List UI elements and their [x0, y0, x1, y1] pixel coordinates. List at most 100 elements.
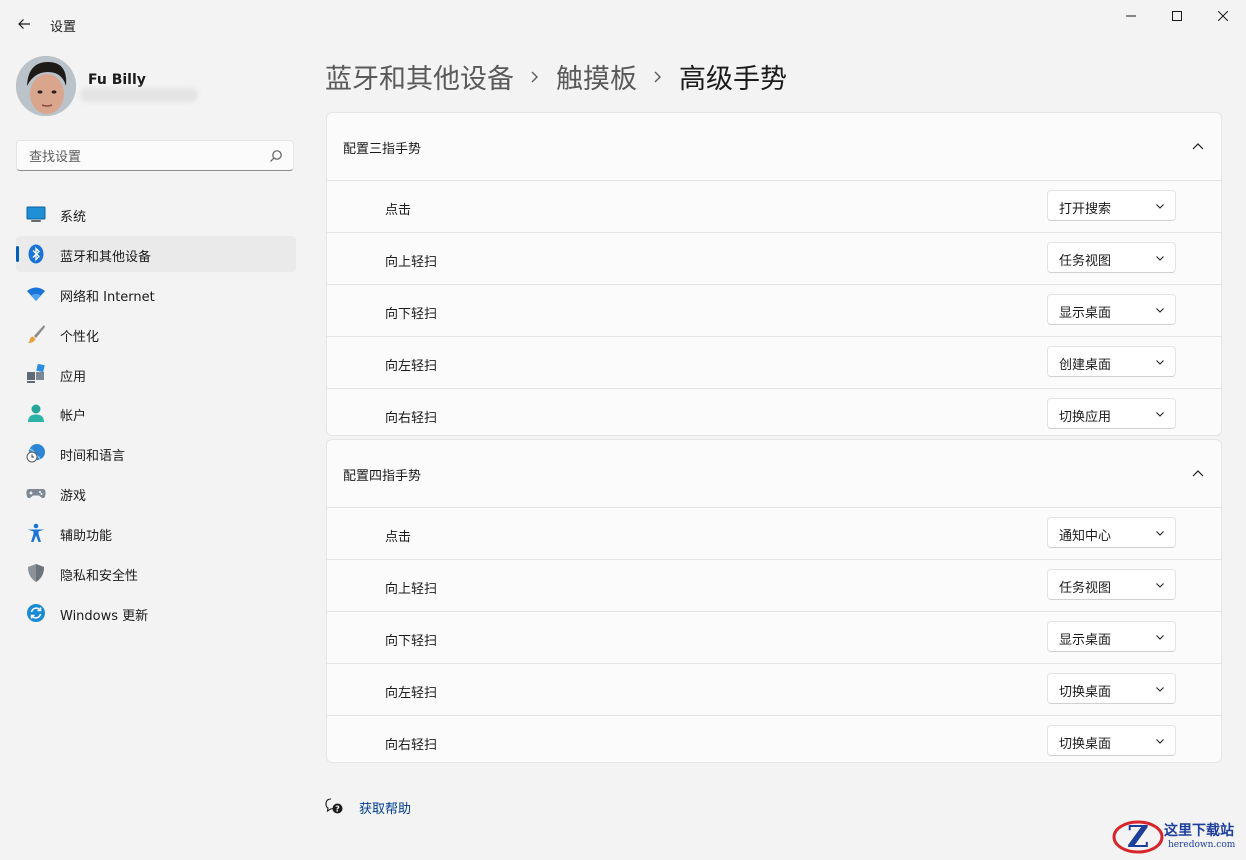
gesture-label: 向下轻扫 — [385, 634, 438, 649]
sidebar-item-bluetooth[interactable]: 蓝牙和其他设备 — [16, 236, 296, 272]
dropdown-value: 切换桌面 — [1059, 737, 1112, 752]
back-button[interactable] — [10, 10, 38, 38]
dropdown-value: 切换桌面 — [1059, 685, 1112, 700]
sidebar-item-apps[interactable]: 应用 — [16, 356, 296, 392]
sidebar-item-windows-update[interactable]: Windows 更新 — [16, 595, 296, 631]
account-icon — [26, 403, 46, 423]
gesture-label: 向右轻扫 — [385, 411, 438, 426]
apps-icon — [26, 364, 46, 384]
breadcrumb-item-bluetooth[interactable]: 蓝牙和其他设备 — [325, 57, 514, 96]
svg-text:Z: Z — [1127, 820, 1149, 855]
gesture-action-dropdown[interactable]: 显示桌面 — [1047, 621, 1176, 652]
chevron-down-icon — [1156, 256, 1164, 261]
dropdown-value: 创建桌面 — [1059, 358, 1112, 373]
minimize-icon — [1126, 15, 1136, 17]
chevron-down-icon — [1156, 308, 1164, 313]
maximize-button[interactable] — [1154, 0, 1200, 32]
user-name: Fu Billy — [88, 72, 146, 88]
sidebar-item-label: 帐户 — [60, 409, 87, 424]
sidebar-item-time-language[interactable]: 时间和语言 — [16, 435, 296, 471]
sidebar-item-personalization[interactable]: 个性化 — [16, 316, 296, 352]
gesture-action-dropdown[interactable]: 任务视图 — [1047, 569, 1176, 600]
gesture-action-dropdown[interactable]: 创建桌面 — [1047, 346, 1176, 377]
search-input[interactable] — [27, 146, 271, 168]
back-arrow-icon — [18, 19, 30, 29]
sidebar-item-label: 网络和 Internet — [60, 290, 155, 305]
sidebar-item-privacy[interactable]: 隐私和安全性 — [16, 555, 296, 591]
sidebar-item-network[interactable]: 网络和 Internet — [16, 276, 296, 312]
chevron-right-icon — [653, 70, 663, 84]
three-finger-gestures-card: 配置三指手势 点击 打开搜索 向上轻扫 任务视图 向下轻扫 显示桌面 向左轻扫 … — [326, 112, 1222, 436]
gesture-row-swipe-right: 向右轻扫 切换桌面 — [327, 716, 1221, 762]
sidebar-item-label: 时间和语言 — [60, 449, 126, 464]
app-title: 设置 — [50, 20, 77, 35]
sidebar-item-label: 辅助功能 — [60, 529, 113, 544]
sidebar-item-accounts[interactable]: 帐户 — [16, 395, 296, 431]
gesture-label: 向上轻扫 — [385, 582, 438, 597]
gesture-action-dropdown[interactable]: 切换桌面 — [1047, 725, 1176, 756]
avatar-photo — [16, 56, 76, 116]
gesture-label: 向右轻扫 — [385, 738, 438, 753]
gesture-action-dropdown[interactable]: 切换桌面 — [1047, 673, 1176, 704]
brush-icon — [26, 324, 46, 344]
watermark-logo: Z 这里下载站 heredown.com — [1112, 818, 1246, 856]
gesture-label: 向左轻扫 — [385, 359, 438, 374]
chevron-down-icon — [1156, 739, 1164, 744]
close-button[interactable] — [1200, 0, 1246, 32]
dropdown-value: 显示桌面 — [1059, 633, 1112, 648]
sidebar-item-gaming[interactable]: 游戏 — [16, 475, 296, 511]
gesture-label: 向下轻扫 — [385, 307, 438, 322]
minimize-button[interactable] — [1108, 0, 1154, 32]
sidebar-item-label: 游戏 — [60, 489, 87, 504]
dropdown-value: 通知中心 — [1059, 529, 1112, 544]
gesture-row-swipe-down: 向下轻扫 显示桌面 — [327, 612, 1221, 664]
gesture-row-swipe-up: 向上轻扫 任务视图 — [327, 233, 1221, 285]
gesture-action-dropdown[interactable]: 通知中心 — [1047, 517, 1176, 548]
avatar[interactable] — [16, 56, 76, 116]
dropdown-value: 任务视图 — [1059, 581, 1112, 596]
watermark-z-icon: Z — [1112, 820, 1164, 855]
shield-icon — [26, 563, 46, 583]
watermark-url: heredown.com — [1168, 840, 1236, 850]
help-icon: ? — [325, 798, 343, 814]
sidebar-item-label: 系统 — [60, 210, 87, 225]
gesture-action-dropdown[interactable]: 打开搜索 — [1047, 190, 1176, 221]
gesture-label: 点击 — [385, 203, 412, 218]
chevron-up-icon[interactable] — [1191, 139, 1205, 153]
four-finger-section-header[interactable]: 配置四指手势 — [327, 440, 1221, 508]
dropdown-value: 切换应用 — [1059, 410, 1112, 425]
gesture-row-swipe-down: 向下轻扫 显示桌面 — [327, 285, 1221, 337]
sidebar-item-system[interactable]: 系统 — [16, 196, 296, 232]
dropdown-value: 打开搜索 — [1059, 202, 1112, 217]
dropdown-value: 显示桌面 — [1059, 306, 1112, 321]
gesture-row-swipe-up: 向上轻扫 任务视图 — [327, 560, 1221, 612]
sidebar-item-label: 蓝牙和其他设备 — [60, 250, 152, 265]
sidebar-item-label: Windows 更新 — [60, 609, 149, 624]
sidebar-item-accessibility[interactable]: 辅助功能 — [16, 515, 296, 551]
search-box[interactable] — [16, 140, 294, 171]
chevron-down-icon — [1156, 204, 1164, 209]
wifi-icon — [26, 284, 46, 304]
sidebar-item-label: 个性化 — [60, 330, 100, 345]
chevron-down-icon — [1156, 412, 1164, 417]
gesture-row-tap: 点击 通知中心 — [327, 508, 1221, 560]
gesture-action-dropdown[interactable]: 显示桌面 — [1047, 294, 1176, 325]
three-finger-section-header[interactable]: 配置三指手势 — [327, 113, 1221, 181]
breadcrumb-item-touchpad[interactable]: 触摸板 — [556, 57, 637, 96]
get-help-link[interactable]: 获取帮助 — [359, 798, 411, 817]
maximize-icon — [1172, 11, 1182, 21]
gesture-label: 向左轻扫 — [385, 686, 438, 701]
gesture-action-dropdown[interactable]: 切换应用 — [1047, 398, 1176, 429]
dropdown-value: 任务视图 — [1059, 254, 1112, 269]
sidebar-item-label: 隐私和安全性 — [60, 569, 139, 584]
gamepad-icon — [26, 483, 46, 503]
watermark-text: 这里下载站 — [1164, 823, 1234, 839]
chevron-down-icon — [1156, 531, 1164, 536]
gesture-row-swipe-left: 向左轻扫 创建桌面 — [327, 337, 1221, 389]
search-icon[interactable] — [269, 149, 283, 163]
gesture-action-dropdown[interactable]: 任务视图 — [1047, 242, 1176, 273]
chevron-down-icon — [1156, 360, 1164, 365]
sidebar-item-label: 应用 — [60, 370, 87, 385]
page-title: 高级手势 — [679, 64, 787, 95]
chevron-up-icon[interactable] — [1191, 466, 1205, 480]
